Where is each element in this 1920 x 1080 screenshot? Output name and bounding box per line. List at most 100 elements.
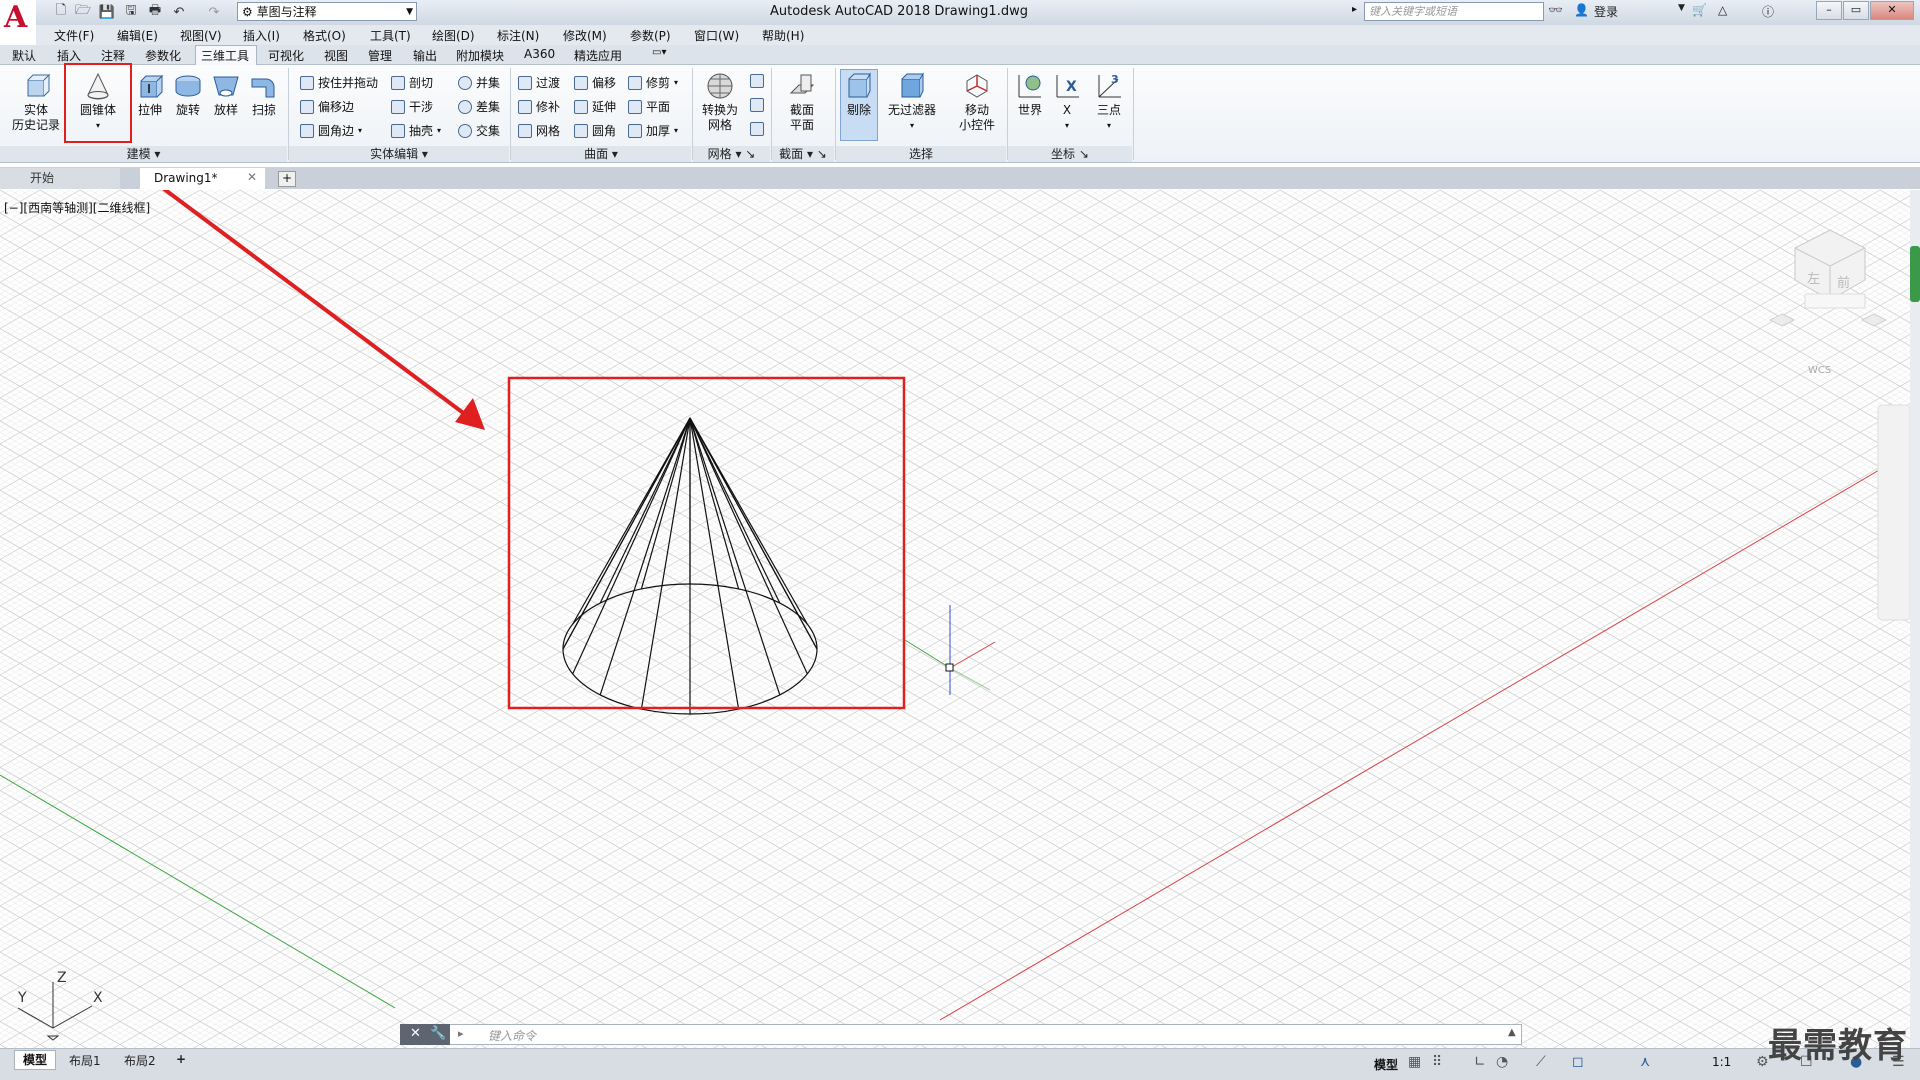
menu-insert[interactable]: 插入(I)	[243, 27, 280, 44]
blend-button[interactable]: 过渡	[518, 74, 560, 91]
navigation-bar[interactable]	[1877, 404, 1910, 621]
polar-icon[interactable]: ◔	[1496, 1054, 1508, 1070]
revolve-button[interactable]: 旋转	[170, 71, 206, 118]
fillet-edge-button[interactable]: 圆角边 ▾	[300, 122, 362, 139]
command-line[interactable]	[400, 1024, 1522, 1045]
save-icon[interactable]: 💾	[98, 3, 116, 21]
menu-window[interactable]: 窗口(W)	[694, 27, 739, 44]
tab-featured[interactable]: 精选应用	[574, 47, 622, 64]
drawing-viewport[interactable]	[0, 190, 1910, 1048]
search-expand-icon[interactable]: ▸	[1352, 4, 1357, 15]
loft-button[interactable]: 放样	[208, 71, 244, 118]
close-tab-icon[interactable]: ✕	[247, 170, 257, 184]
layout-tab-model[interactable]: 模型	[14, 1050, 56, 1070]
workspace-dropdown[interactable]: ⚙ 草图与注释 ▼	[237, 2, 417, 21]
surface-offset-button[interactable]: 偏移	[574, 74, 616, 91]
offset-edge-button[interactable]: 偏移边	[300, 98, 354, 115]
network-button[interactable]: 网格	[518, 122, 560, 139]
search-input[interactable]: 键入关键字或短语	[1364, 2, 1544, 21]
menu-view[interactable]: 视图(V)	[180, 27, 222, 44]
close-icon[interactable]: ✕	[410, 1026, 421, 1041]
chevron-up-icon[interactable]: ▲	[1508, 1027, 1516, 1038]
cart-icon[interactable]: 🛒	[1692, 3, 1707, 17]
menu-edit[interactable]: 编辑(E)	[117, 27, 158, 44]
extend-button[interactable]: 延伸	[574, 98, 616, 115]
tab-addins[interactable]: 附加模块	[456, 47, 504, 64]
ucs-x-button[interactable]: X X ▾	[1050, 71, 1084, 133]
union-button[interactable]: 并集	[458, 74, 500, 91]
new-tab-button[interactable]: +	[278, 171, 296, 187]
vertical-scrollbar[interactable]	[1910, 190, 1920, 1048]
convert-to-mesh-button[interactable]: 转换为 网格	[696, 71, 744, 133]
layout-tab-1[interactable]: 布局1	[69, 1052, 101, 1069]
mesh-tool-icon[interactable]	[750, 98, 764, 115]
section-plane-button[interactable]: 截面 平面	[776, 71, 828, 133]
mesh-tool-icon[interactable]	[750, 122, 764, 139]
patch-button[interactable]: 修补	[518, 98, 560, 115]
osnap-icon[interactable]: ◻	[1572, 1054, 1584, 1070]
selection-panel-title[interactable]: 选择	[836, 146, 1006, 162]
add-layout-button[interactable]: +	[176, 1052, 186, 1066]
move-gizmo-button[interactable]: 移动 小控件	[950, 71, 1004, 133]
solid-history-button[interactable]: 实体 历史记录	[10, 71, 62, 133]
tab-parametric[interactable]: 参数化	[145, 47, 181, 64]
menu-draw[interactable]: 绘图(D)	[432, 27, 475, 44]
menu-file[interactable]: 文件(F)	[54, 27, 94, 44]
tab-view[interactable]: 视图	[324, 47, 348, 64]
menu-help[interactable]: 帮助(H)	[762, 27, 804, 44]
minimize-button[interactable]: –	[1816, 1, 1842, 20]
viewcube-front-label[interactable]: 前	[1837, 272, 1850, 291]
command-history-icon[interactable]: ▸	[458, 1027, 464, 1040]
tab-manage[interactable]: 管理	[368, 47, 392, 64]
open-file-icon[interactable]: 🗁	[74, 3, 92, 21]
binoculars-icon[interactable]: 👓	[1548, 3, 1563, 17]
layout-tab-2[interactable]: 布局2	[124, 1052, 156, 1069]
isodraft-icon[interactable]: ⟋	[1536, 1054, 1546, 1070]
login-link[interactable]: 登录	[1594, 3, 1618, 20]
model-space-toggle[interactable]: 模型	[1374, 1056, 1398, 1073]
ucs-3point-button[interactable]: 3 三点 ▾	[1090, 71, 1128, 133]
help-icon[interactable]: ⓘ	[1762, 3, 1774, 20]
thicken-button[interactable]: 加厚 ▾	[628, 122, 678, 139]
surface-panel-title[interactable]: 曲面 ▾	[511, 146, 691, 162]
interfere-button[interactable]: 干涉	[391, 98, 433, 115]
tab-default[interactable]: 默认	[12, 47, 36, 64]
presspull-button[interactable]: 按住并拖动	[300, 74, 378, 91]
trim-button[interactable]: 修剪 ▾	[628, 74, 678, 91]
mesh-panel-title[interactable]: 网格 ▾ ↘	[693, 146, 770, 162]
menu-format[interactable]: 格式(O)	[303, 27, 346, 44]
redo-icon[interactable]: ↷	[205, 3, 223, 21]
sweep-button[interactable]: 扫掠	[246, 71, 282, 118]
intersect-button[interactable]: 交集	[458, 122, 500, 139]
save-as-icon[interactable]: 🖫	[122, 3, 140, 21]
menu-modify[interactable]: 修改(M)	[563, 27, 607, 44]
tab-annotate[interactable]: 注释	[101, 47, 125, 64]
tab-output[interactable]: 输出	[413, 47, 437, 64]
user-icon[interactable]: 👤	[1574, 3, 1589, 17]
viewport-controls-label[interactable]: [−][西南等轴测][二维线框]	[4, 199, 150, 216]
solid-edit-panel-title[interactable]: 实体编辑 ▾	[289, 146, 509, 162]
autodesk-icon[interactable]: △	[1718, 3, 1727, 17]
menu-dimension[interactable]: 标注(N)	[497, 27, 539, 44]
snap-icon[interactable]: ⠿	[1432, 1054, 1442, 1070]
viewcube-left-label[interactable]: 左	[1807, 268, 1820, 287]
planar-button[interactable]: 平面	[628, 98, 670, 115]
print-icon[interactable]: 🖶	[146, 3, 164, 21]
annotation-visibility-icon[interactable]: ⋏	[1640, 1054, 1650, 1070]
file-tab-start[interactable]: 开始	[0, 168, 120, 189]
subtract-button[interactable]: 差集	[458, 98, 500, 115]
tab-a360[interactable]: A360	[524, 47, 555, 61]
culling-button[interactable]: 剔除	[840, 71, 878, 118]
tab-3d-tools[interactable]: 三维工具	[201, 47, 249, 64]
maximize-button[interactable]: ▭	[1843, 1, 1869, 20]
menu-parametric[interactable]: 参数(P)	[630, 27, 671, 44]
no-filter-button[interactable]: 无过滤器 ▾	[884, 71, 940, 133]
coords-panel-title[interactable]: 坐标 ↘	[1008, 146, 1132, 162]
shell-button[interactable]: 抽壳 ▾	[391, 122, 441, 139]
command-input[interactable]: 键入命令	[488, 1027, 536, 1044]
scrollbar-thumb[interactable]	[1910, 246, 1920, 302]
slice-button[interactable]: 剖切	[391, 74, 433, 91]
wcs-menu[interactable]: WCS	[1808, 365, 1831, 376]
undo-icon[interactable]: ↶	[170, 3, 188, 21]
surface-fillet-button[interactable]: 圆角	[574, 122, 616, 139]
